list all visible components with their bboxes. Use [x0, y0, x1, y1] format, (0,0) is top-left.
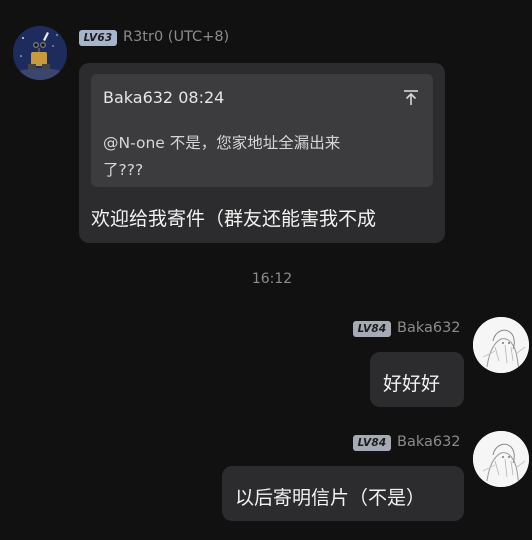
quote-text: @N-one 不是，您家地址全漏出来 了???: [103, 130, 423, 184]
walle-avatar-icon: [13, 26, 67, 80]
sender-name: R3tr0 (UTC+8): [123, 29, 230, 45]
sender-name: Baka632: [397, 320, 461, 336]
message-text: 以后寄明信片（不是）: [235, 487, 426, 509]
level-badge: LV84: [353, 321, 391, 337]
jump-to-original-icon[interactable]: [400, 86, 422, 108]
avatar[interactable]: [13, 26, 67, 80]
level-badge: LV63: [79, 30, 117, 46]
avatar[interactable]: [473, 431, 529, 487]
anime-sketch-avatar-icon: [473, 431, 529, 487]
message-bubble[interactable]: Baka632 08:24 @N-one 不是，您家地址全漏出来 了??? 欢迎…: [79, 63, 445, 243]
message-bubble[interactable]: 好好好: [370, 352, 464, 407]
message-text: 好好好: [383, 373, 441, 395]
level-badge: LV84: [353, 435, 391, 451]
message-bubble[interactable]: 以后寄明信片（不是）: [222, 466, 464, 521]
quote-time: 08:24: [178, 88, 225, 107]
quote-author: Baka632: [103, 88, 174, 107]
message-text: 欢迎给我寄件（群友还能害我不成: [91, 208, 377, 230]
quote-text-line: @N-one 不是，您家地址全漏出来: [103, 134, 341, 152]
sender-name: Baka632: [397, 434, 461, 450]
quote-text-line: 了???: [103, 161, 144, 179]
quote-header: Baka632 08:24: [103, 88, 224, 107]
anime-sketch-avatar-icon: [473, 317, 529, 373]
quote-reply[interactable]: Baka632 08:24 @N-one 不是，您家地址全漏出来 了???: [91, 74, 433, 187]
time-separator: 16:12: [251, 271, 293, 287]
avatar[interactable]: [473, 317, 529, 373]
